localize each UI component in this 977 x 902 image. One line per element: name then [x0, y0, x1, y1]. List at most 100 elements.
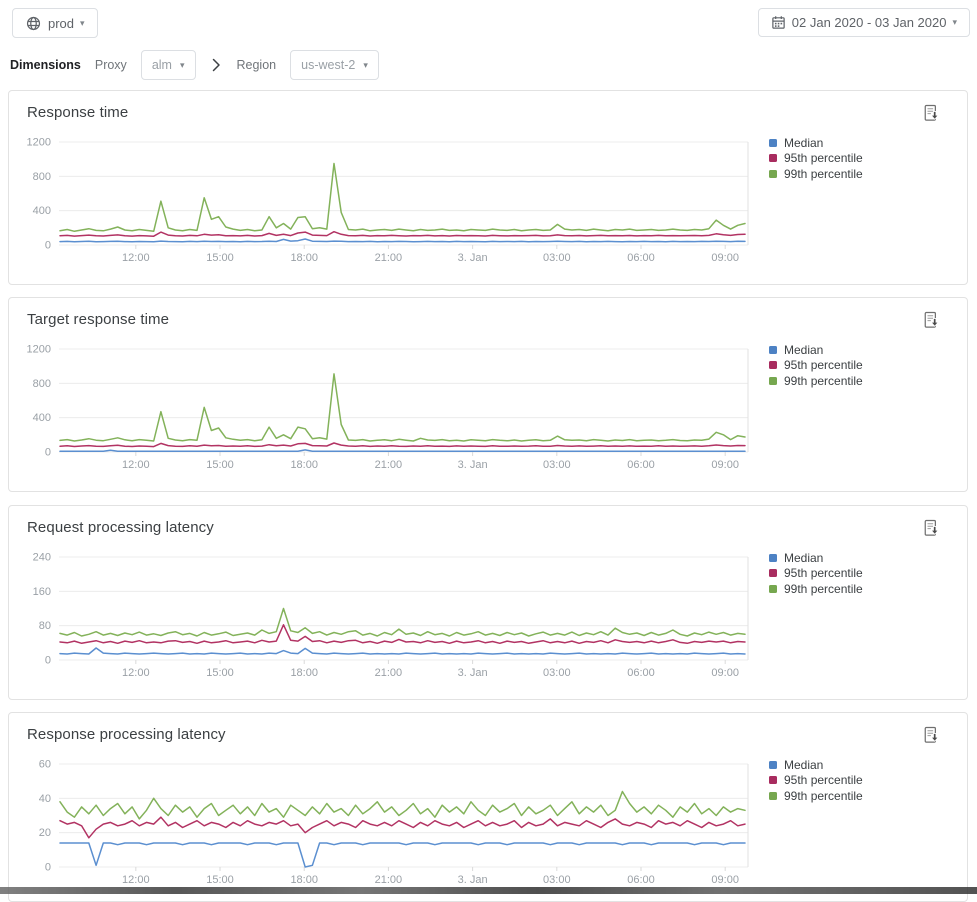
proxy-select[interactable]: alm ▾ — [141, 50, 196, 80]
chevron-right-icon — [212, 58, 221, 72]
svg-text:60: 60 — [39, 759, 51, 771]
chart-plot: 020406012:0015:0018:0021:003. Jan03:0006… — [11, 754, 756, 894]
svg-text:1200: 1200 — [27, 137, 51, 149]
environment-selector[interactable]: prod ▾ — [12, 8, 98, 38]
chart-panel-response-processing-latency: Response processing latency 0 20 40 60 12:00… — [8, 712, 968, 902]
chart-legend: Median 95th percentile 99th percentile — [769, 135, 863, 182]
svg-text:12:00: 12:00 — [122, 459, 150, 471]
region-select[interactable]: us-west-2 ▾ — [290, 50, 379, 80]
region-select-value: us-west-2 — [301, 58, 355, 72]
legend-item-99th[interactable]: 99th percentile — [769, 373, 863, 389]
svg-text:06:00: 06:00 — [627, 459, 655, 471]
dimensions-label: Dimensions — [10, 58, 81, 72]
svg-text:400: 400 — [33, 205, 51, 217]
svg-text:21:00: 21:00 — [375, 874, 403, 886]
svg-text:12:00: 12:00 — [122, 252, 150, 264]
globe-icon — [25, 15, 42, 32]
svg-text:03:00: 03:00 — [543, 667, 571, 679]
svg-text:20: 20 — [39, 827, 51, 839]
legend-item-median[interactable]: Median — [769, 342, 863, 358]
proxy-select-value: alm — [152, 58, 172, 72]
svg-text:80: 80 — [39, 620, 51, 632]
legend-item-99th[interactable]: 99th percentile — [769, 166, 863, 182]
legend-item-95th[interactable]: 95th percentile — [769, 566, 863, 582]
chart-legend: Median 95th percentile 99th percentile — [769, 550, 863, 597]
svg-text:3. Jan: 3. Jan — [458, 252, 488, 264]
svg-text:400: 400 — [33, 412, 51, 424]
svg-text:09:00: 09:00 — [711, 459, 739, 471]
chart-title: Response processing latency — [27, 726, 226, 743]
legend-item-median[interactable]: Median — [769, 135, 863, 151]
dimensions-bar: Dimensions Proxy alm ▾ Region us-west-2 … — [10, 49, 379, 81]
legend-item-99th[interactable]: 99th percentile — [769, 788, 863, 804]
svg-text:3. Jan: 3. Jan — [458, 667, 488, 679]
legend-swatch — [769, 361, 777, 369]
caret-down-icon: ▾ — [80, 19, 85, 28]
caret-down-icon: ▾ — [952, 18, 957, 27]
legend-swatch — [769, 170, 777, 178]
legend-swatch — [769, 154, 777, 162]
chart-legend: Median 95th percentile 99th percentile — [769, 757, 863, 804]
calendar-icon — [771, 15, 786, 30]
legend-swatch — [769, 569, 777, 577]
region-label: Region — [237, 58, 277, 72]
svg-text:18:00: 18:00 — [290, 667, 318, 679]
caret-down-icon: ▾ — [180, 61, 185, 70]
svg-text:0: 0 — [45, 447, 51, 459]
svg-text:3. Jan: 3. Jan — [458, 874, 488, 886]
svg-text:21:00: 21:00 — [375, 459, 403, 471]
legend-item-median[interactable]: Median — [769, 550, 863, 566]
svg-text:09:00: 09:00 — [711, 874, 739, 886]
chart-panel-target-response-time: Target response time 0400800120012:0015:… — [8, 297, 968, 492]
legend-swatch — [769, 792, 777, 800]
svg-text:0: 0 — [45, 655, 51, 667]
legend-item-95th[interactable]: 95th percentile — [769, 151, 863, 167]
svg-text:06:00: 06:00 — [627, 874, 655, 886]
svg-text:800: 800 — [33, 171, 51, 183]
chart-panel-response-time: Response time 0400800120012:0015:0018:00… — [8, 90, 968, 285]
svg-text:15:00: 15:00 — [206, 667, 234, 679]
svg-text:15:00: 15:00 — [206, 252, 234, 264]
legend-swatch — [769, 761, 777, 769]
legend-item-median[interactable]: Median — [769, 757, 863, 773]
proxy-label: Proxy — [95, 58, 127, 72]
export-report-button[interactable] — [921, 518, 943, 540]
export-report-button[interactable] — [921, 725, 943, 747]
date-range-picker[interactable]: 02 Jan 2020 - 03 Jan 2020 ▾ — [758, 8, 970, 37]
svg-text:18:00: 18:00 — [290, 252, 318, 264]
export-report-button[interactable] — [921, 310, 943, 332]
svg-text:40: 40 — [39, 793, 51, 805]
svg-text:0: 0 — [45, 240, 51, 252]
legend-swatch — [769, 554, 777, 562]
chart-plot: 0 400 800 1200 12:00 15:00 18:00 21:00 3. Jan 03:… — [11, 132, 756, 272]
svg-text:21:00: 21:00 — [375, 667, 403, 679]
svg-text:03:00: 03:00 — [543, 252, 571, 264]
date-range-label: 02 Jan 2020 - 03 Jan 2020 — [792, 15, 947, 30]
legend-swatch — [769, 585, 777, 593]
svg-text:06:00: 06:00 — [627, 252, 655, 264]
chart-title: Target response time — [27, 311, 169, 328]
svg-text:240: 240 — [33, 552, 51, 564]
svg-text:03:00: 03:00 — [543, 459, 571, 471]
chart-plot: 08016024012:0015:0018:0021:003. Jan03:00… — [11, 547, 756, 687]
svg-text:03:00: 03:00 — [543, 874, 571, 886]
export-report-button[interactable] — [921, 103, 943, 125]
legend-swatch — [769, 377, 777, 385]
environment-label: prod — [48, 16, 74, 31]
svg-text:0: 0 — [45, 862, 51, 874]
chart-plot: 0400800120012:0015:0018:0021:003. Jan03:… — [11, 339, 756, 479]
legend-item-95th[interactable]: 95th percentile — [769, 358, 863, 374]
legend-item-95th[interactable]: 95th percentile — [769, 773, 863, 789]
svg-text:12:00: 12:00 — [122, 874, 150, 886]
legend-swatch — [769, 346, 777, 354]
chart-title: Request processing latency — [27, 519, 214, 536]
svg-text:800: 800 — [33, 378, 51, 390]
svg-text:21:00: 21:00 — [375, 252, 403, 264]
svg-text:18:00: 18:00 — [290, 874, 318, 886]
svg-text:1200: 1200 — [27, 344, 51, 356]
svg-text:09:00: 09:00 — [711, 252, 739, 264]
legend-item-99th[interactable]: 99th percentile — [769, 581, 863, 597]
svg-text:09:00: 09:00 — [711, 667, 739, 679]
legend-swatch — [769, 776, 777, 784]
caret-down-icon: ▾ — [363, 61, 368, 70]
